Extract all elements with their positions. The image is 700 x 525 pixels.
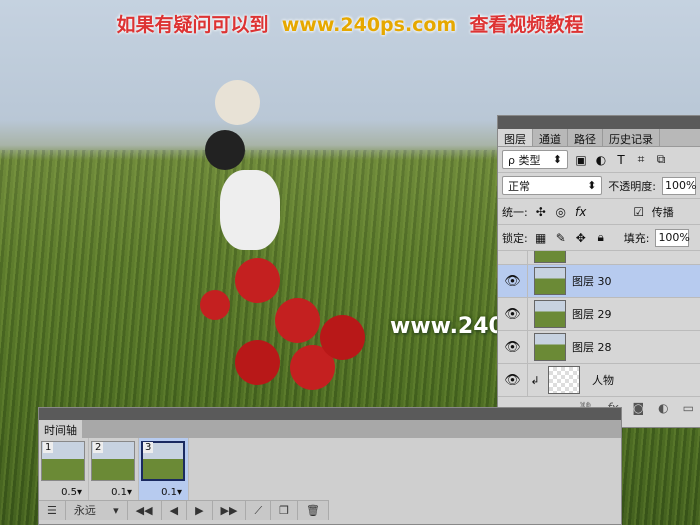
image-filter-icon[interactable]: ▣ (574, 153, 588, 167)
lock-pixels-icon[interactable]: ✎ (554, 231, 568, 245)
layer-thumbnail (534, 267, 566, 295)
tab-channels[interactable]: 通道 (533, 129, 568, 146)
unify-style-icon[interactable]: fx (574, 205, 588, 219)
filter-type-select[interactable]: ρ 类型 ⬍ (502, 150, 568, 169)
folder-icon[interactable]: ▭ (683, 401, 694, 415)
animation-frame[interactable]: 1 0.5▾ (39, 438, 89, 500)
tab-layers[interactable]: 图层 (498, 129, 533, 146)
propagate-label: 传播 (651, 205, 674, 219)
eye-icon[interactable]: 👁︎ (498, 364, 528, 396)
first-frame-icon[interactable]: ◀◀ (128, 501, 162, 520)
lock-label: 锁定: (502, 231, 528, 245)
unify-visibility-icon[interactable]: ◎ (554, 205, 568, 219)
fill-input[interactable]: 100% (655, 228, 690, 247)
loop-value: 永远 (73, 504, 96, 517)
smart-object-filter-icon[interactable]: ⧉ (654, 152, 668, 167)
opacity-label: 不透明度: (608, 179, 656, 193)
layer-row[interactable]: 👁︎ ↲ 人物 (498, 364, 700, 397)
frame-number: 2 (93, 442, 104, 453)
prev-frame-icon[interactable]: ◀ (162, 501, 188, 520)
animation-frame[interactable]: 2 0.1▾ (89, 438, 139, 500)
panel-titlebar[interactable] (498, 116, 700, 129)
fill-label: 填充: (623, 231, 650, 245)
next-frame-icon[interactable]: ▶▶ (213, 501, 247, 520)
layer-name: 图层 28 (572, 341, 612, 354)
unify-position-icon[interactable]: ✣ (534, 205, 548, 219)
layer-row[interactable]: 👁︎ 图层 30 (498, 265, 700, 298)
lock-position-icon[interactable]: ✥ (574, 231, 588, 245)
eye-icon[interactable]: 👁︎ (498, 298, 528, 330)
duplicate-frame-icon[interactable]: ❐ (271, 501, 299, 520)
convert-timeline-icon[interactable]: ☰ (39, 501, 66, 520)
layer-name: 人物 (592, 374, 614, 387)
adjustment-layer-icon[interactable]: ◐ (658, 401, 668, 415)
eye-icon[interactable]: 👁︎ (498, 331, 528, 363)
blend-mode-value: 正常 (508, 179, 530, 193)
mask-icon[interactable]: ◙ (633, 401, 645, 415)
adjustment-filter-icon[interactable]: ◐ (594, 153, 608, 167)
play-icon[interactable]: ▶ (187, 501, 213, 520)
layer-thumbnail (534, 300, 566, 328)
tab-paths[interactable]: 路径 (568, 129, 603, 146)
watermark-top: 如果有疑问可以到 www.240ps.com 查看视频教程 (116, 14, 584, 36)
layers-panel: 图层 通道 路径 历史记录 ρ 类型 ⬍ ▣ ◐ T ⌗ ⧉ 正常 ⬍ 不透明度: … (497, 115, 700, 428)
layer-name: 图层 29 (572, 308, 612, 321)
frame-number: 3 (143, 442, 154, 453)
frame-delay[interactable]: 0.5▾ (61, 487, 82, 498)
unify-label: 统一: (502, 205, 528, 219)
filter-label: ρ 类型 (508, 153, 541, 167)
shape-filter-icon[interactable]: ⌗ (634, 152, 648, 167)
delete-frame-icon[interactable]: 🗑︎ (298, 501, 329, 520)
tab-history[interactable]: 历史记录 (603, 129, 660, 146)
animation-frame[interactable]: 3 0.1▾ (139, 438, 189, 500)
opacity-input[interactable]: 100% (662, 176, 696, 195)
layer-thumbnail (534, 333, 566, 361)
blend-mode-select[interactable]: 正常 ⬍ (502, 176, 603, 195)
layer-name: 图层 30 (572, 275, 612, 288)
lock-transparency-icon[interactable]: ▦ (534, 231, 548, 245)
tween-icon[interactable]: ⟋ (246, 501, 272, 520)
layer-thumbnail (548, 366, 580, 394)
panel-titlebar[interactable] (39, 408, 621, 420)
frame-number: 1 (43, 442, 54, 453)
layer-row[interactable]: 👁︎ 图层 29 (498, 298, 700, 331)
loop-select[interactable]: 永远 ▾ (66, 501, 128, 520)
tab-timeline[interactable]: 时间轴 (39, 420, 82, 438)
frame-delay[interactable]: 0.1▾ (161, 487, 182, 498)
layer-row[interactable]: 👁︎ 图层 28 (498, 331, 700, 364)
lock-all-icon[interactable]: 🔒︎ (594, 230, 608, 245)
eye-icon[interactable]: 👁︎ (498, 265, 528, 297)
type-filter-icon[interactable]: T (614, 153, 628, 167)
clipping-arrow-icon: ↲ (530, 373, 540, 387)
propagate-checkbox[interactable]: ☑ (632, 205, 646, 219)
frame-delay[interactable]: 0.1▾ (111, 487, 132, 498)
layer-row-partial[interactable] (498, 251, 700, 265)
timeline-panel: 时间轴 1 0.5▾ 2 0.1▾ 3 0.1▾ ☰ 永远 ▾ ◀◀ ◀ ▶ ▶▶ ⟋ … (38, 407, 622, 525)
